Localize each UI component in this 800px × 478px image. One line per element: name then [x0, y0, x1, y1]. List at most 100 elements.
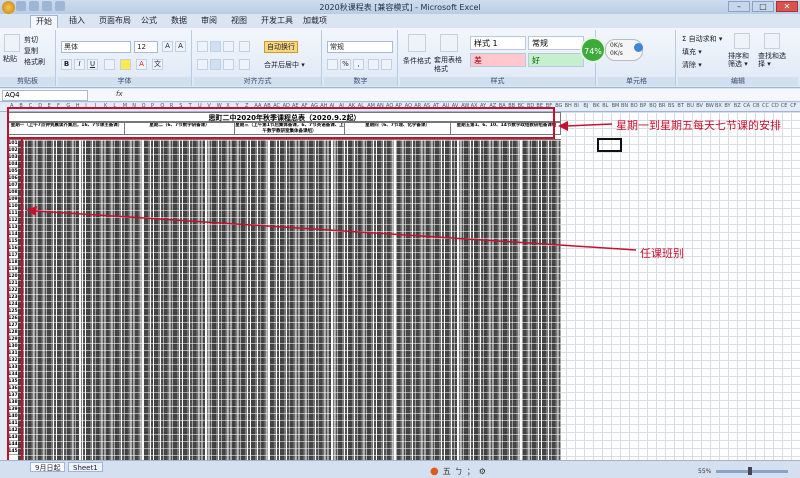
- column-header[interactable]: BI: [574, 103, 579, 109]
- style-normal-cell[interactable]: 常规: [528, 36, 584, 50]
- column-header[interactable]: BK: [593, 103, 600, 109]
- maximize-button[interactable]: □: [752, 1, 774, 12]
- close-button[interactable]: ✕: [776, 1, 798, 12]
- find-select-icon[interactable]: [764, 33, 780, 49]
- tab-addins[interactable]: 加载项: [298, 15, 332, 28]
- column-header[interactable]: BM: [612, 103, 620, 109]
- column-header[interactable]: BY: [724, 103, 730, 109]
- shrink-font-button[interactable]: A: [175, 41, 186, 52]
- phonetic-button[interactable]: 文: [152, 59, 163, 70]
- grow-font-button[interactable]: A: [162, 41, 173, 52]
- column-header[interactable]: BR: [659, 103, 666, 109]
- column-header[interactable]: CD: [771, 103, 778, 109]
- comma-button[interactable]: ,: [353, 59, 364, 70]
- column-header[interactable]: BN: [621, 103, 628, 109]
- column-header[interactable]: BH: [565, 103, 572, 109]
- tab-view[interactable]: 视图: [226, 15, 252, 28]
- font-size-select[interactable]: 12: [134, 41, 158, 53]
- copy-button[interactable]: 复制: [24, 46, 38, 56]
- minimize-button[interactable]: –: [728, 1, 750, 12]
- column-header[interactable]: BU: [687, 103, 694, 109]
- find-select-button[interactable]: 查找和选择 ▾: [758, 52, 788, 68]
- align-center-icon[interactable]: [210, 59, 221, 70]
- zoom-slider[interactable]: [716, 470, 788, 473]
- align-bottom-icon[interactable]: [223, 41, 234, 52]
- ime-settings-icon[interactable]: ⚙: [479, 467, 486, 476]
- format-painter-button[interactable]: 格式刷: [24, 57, 45, 67]
- zoom-level[interactable]: 55%: [698, 468, 711, 475]
- style-bad-cell[interactable]: 差: [470, 53, 526, 67]
- tab-review[interactable]: 审阅: [196, 15, 222, 28]
- align-right-icon[interactable]: [223, 59, 234, 70]
- align-left-icon[interactable]: [197, 59, 208, 70]
- paste-button[interactable]: 粘贴: [3, 54, 17, 64]
- paw-icon[interactable]: ●: [430, 466, 439, 477]
- network-percent-badge[interactable]: 74%: [580, 37, 606, 63]
- cut-button[interactable]: 剪切: [24, 35, 38, 45]
- font-color-button[interactable]: A: [136, 59, 147, 70]
- font-name-select[interactable]: 黑体: [61, 41, 131, 53]
- column-header[interactable]: BG: [555, 103, 562, 109]
- decrease-decimal-icon[interactable]: [381, 59, 392, 70]
- column-header[interactable]: BZ: [734, 103, 741, 109]
- column-header[interactable]: CB: [753, 103, 760, 109]
- ime-punct[interactable]: ；: [467, 466, 475, 477]
- tab-developer[interactable]: 开发工具: [256, 15, 298, 28]
- column-header[interactable]: BW: [706, 103, 714, 109]
- table-format-icon[interactable]: [440, 34, 458, 52]
- tab-formulas[interactable]: 公式: [136, 15, 162, 28]
- underline-button[interactable]: U: [87, 59, 98, 70]
- paste-icon[interactable]: [4, 34, 20, 52]
- worksheet[interactable]: 思町二中2020年秋季课程总表（2020.9.2起） 星期一（上午7点钟到晨读齐…: [0, 112, 800, 460]
- bold-button[interactable]: B: [61, 59, 72, 70]
- zoom-slider-knob[interactable]: [748, 467, 752, 475]
- fill-color-icon[interactable]: [120, 59, 131, 70]
- align-middle-icon[interactable]: [210, 41, 221, 52]
- column-header[interactable]: BJ: [583, 103, 588, 109]
- ime-mode[interactable]: 五: [443, 466, 451, 477]
- tab-home[interactable]: 开始: [30, 15, 58, 28]
- name-box[interactable]: AQ4: [2, 90, 88, 101]
- fill-button[interactable]: 填充 ▾: [682, 47, 702, 57]
- merge-center-button[interactable]: 合并后居中 ▾: [264, 60, 305, 70]
- sheet-tab-0[interactable]: 9月日起: [30, 462, 66, 472]
- currency-icon[interactable]: [327, 59, 338, 70]
- conditional-format-icon[interactable]: [408, 34, 426, 52]
- column-header[interactable]: CC: [762, 103, 769, 109]
- sort-filter-button[interactable]: 排序和筛选 ▾: [728, 52, 754, 68]
- border-icon[interactable]: [104, 59, 115, 70]
- schedule-cells[interactable]: [18, 140, 561, 460]
- column-header[interactable]: BV: [696, 103, 703, 109]
- autosum-button[interactable]: Σ 自动求和 ▾: [682, 34, 722, 44]
- percent-button[interactable]: %: [340, 59, 351, 70]
- indent-icon[interactable]: [239, 59, 250, 70]
- column-header[interactable]: BL: [602, 103, 608, 109]
- column-header[interactable]: CA: [743, 103, 750, 109]
- sheet-tab-1[interactable]: Sheet1: [68, 462, 103, 472]
- selected-cell[interactable]: [597, 138, 622, 152]
- column-header[interactable]: CF: [790, 103, 796, 109]
- column-header[interactable]: BS: [668, 103, 675, 109]
- sort-filter-icon[interactable]: [734, 33, 750, 49]
- column-header[interactable]: BQ: [649, 103, 656, 109]
- italic-button[interactable]: I: [74, 59, 85, 70]
- wrap-text-button[interactable]: 自动换行: [264, 41, 298, 53]
- tab-page-layout[interactable]: 页面布局: [94, 15, 136, 28]
- align-top-icon[interactable]: [197, 41, 208, 52]
- style-1-cell[interactable]: 样式 1: [470, 36, 526, 50]
- tab-data[interactable]: 数据: [166, 15, 192, 28]
- conditional-format-button[interactable]: 条件格式: [403, 56, 431, 66]
- ime-pinyin[interactable]: ㄅ: [455, 466, 463, 477]
- column-header[interactable]: BX: [715, 103, 722, 109]
- style-good-cell[interactable]: 好: [528, 53, 584, 67]
- column-header[interactable]: BP: [640, 103, 646, 109]
- column-header[interactable]: BO: [630, 103, 637, 109]
- clear-button[interactable]: 清除 ▾: [682, 60, 702, 70]
- increase-decimal-icon[interactable]: [368, 59, 379, 70]
- column-header[interactable]: BT: [677, 103, 683, 109]
- column-header[interactable]: CE: [781, 103, 788, 109]
- fx-icon[interactable]: fx: [116, 90, 123, 98]
- table-format-button[interactable]: 套用表格格式: [434, 56, 464, 74]
- orientation-icon[interactable]: [239, 41, 250, 52]
- number-format-select[interactable]: 常规: [327, 41, 393, 53]
